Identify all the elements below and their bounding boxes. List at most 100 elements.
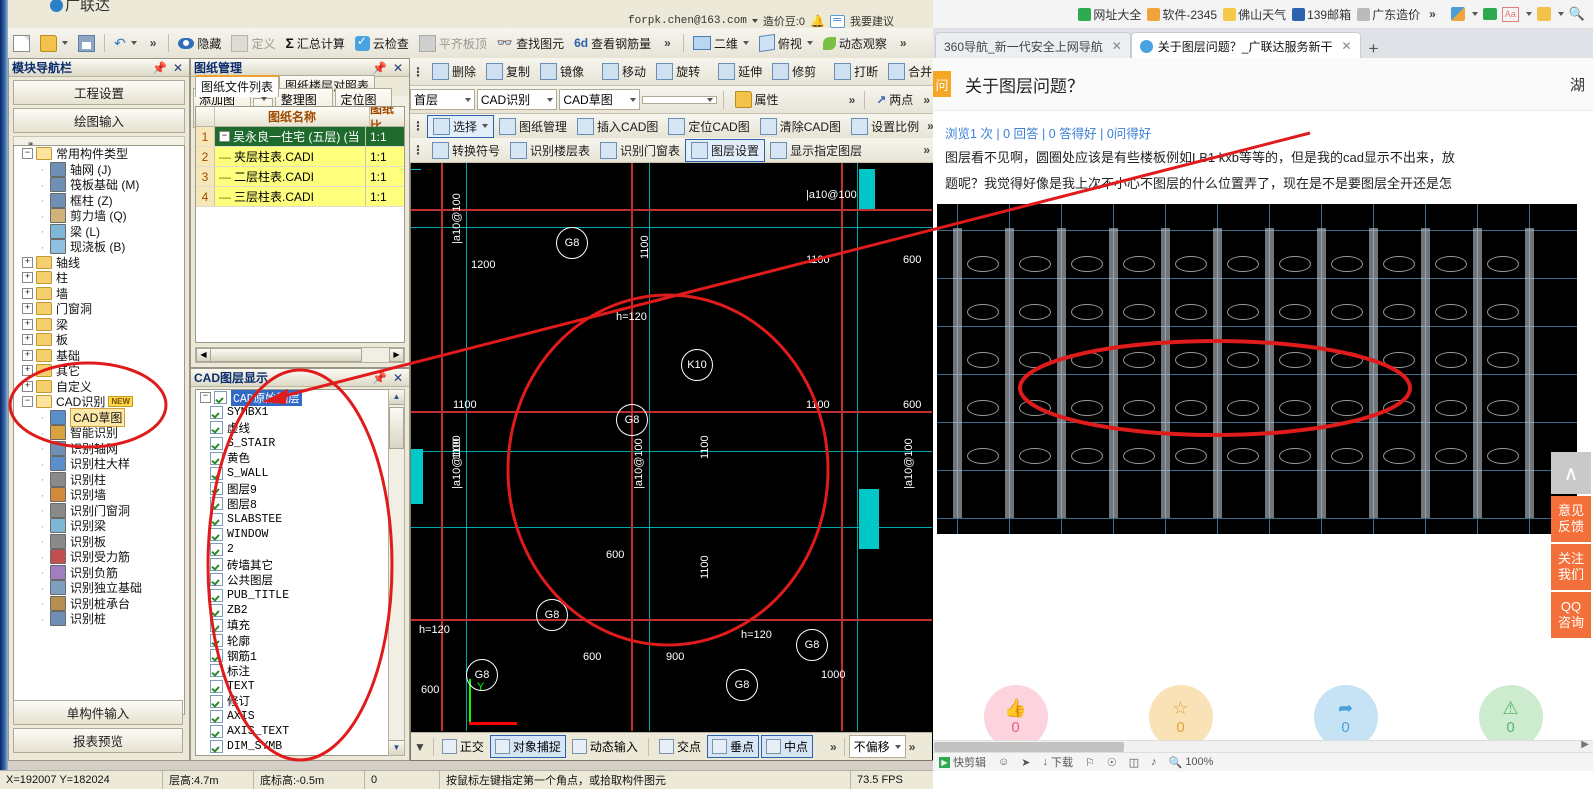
sidebar-item-project-settings[interactable]: 工程设置 (13, 80, 185, 105)
tree-item-14[interactable]: + 其它 (14, 363, 184, 379)
layer-checkbox[interactable] (210, 573, 223, 587)
chevron-down-icon[interactable] (742, 41, 749, 45)
tree-item-4[interactable]: · 剪力墙 (Q) (14, 208, 184, 224)
tree-item-18[interactable]: · 智能识别 (14, 425, 184, 441)
tree-item-6[interactable]: · 现浇板 (B) (14, 239, 184, 255)
midpoint-toggle[interactable]: 中点 (760, 735, 813, 758)
scroll-up-icon[interactable]: ▲ (389, 390, 404, 405)
tree-item-5[interactable]: · 梁 (L) (14, 223, 184, 240)
layer-row[interactable]: 修订 (196, 694, 392, 709)
chevron-down-icon[interactable] (806, 41, 813, 45)
hscroll-thumb[interactable] (210, 348, 362, 362)
drawing-file-table[interactable]: 图纸名称 图纸比 1− 吴永良一住宅 (五层) (当 1:1 2— 夹层柱表.CADI 1… (195, 106, 405, 343)
toolbar-overflow-2[interactable]: » (656, 34, 679, 52)
clear-cad-button[interactable]: 清除CAD图 (755, 116, 846, 137)
tree-item-15[interactable]: + 自定义 (14, 379, 184, 395)
close-icon[interactable]: ✕ (170, 61, 186, 75)
mirror-button[interactable]: 镜像 (535, 61, 589, 82)
pin-icon[interactable]: 📌 (369, 61, 390, 75)
sidebar-item-single-component-input[interactable]: 单构件输入 (13, 700, 183, 725)
properties-button[interactable]: 属性 (730, 89, 784, 110)
scroll-left-icon[interactable]: ◀ (196, 348, 211, 362)
tree-item-22[interactable]: · 识别墙 (14, 487, 184, 503)
layer-checkbox[interactable] (210, 679, 223, 693)
intersection-toggle[interactable]: 交点 (655, 736, 705, 757)
tree-item-9[interactable]: + 墙 (14, 286, 184, 302)
bookmark-2[interactable]: 佛山天气 (1223, 6, 1286, 23)
layer-checkbox[interactable] (210, 542, 223, 556)
scroll-down-icon[interactable]: ▼ (389, 740, 404, 755)
layer-row[interactable]: 砖墙其它 (196, 557, 392, 573)
chevron-down-icon[interactable] (482, 124, 489, 128)
layer-checkbox[interactable] (210, 436, 223, 450)
account-email[interactable]: forpk.chen@163.com (628, 15, 747, 27)
text-size-icon[interactable]: Aa (1501, 6, 1519, 22)
tree-item-12[interactable]: + 板 (14, 332, 184, 348)
book-icon[interactable] (1482, 8, 1497, 20)
apps-icon[interactable] (1450, 7, 1465, 21)
scroll-to-top-button[interactable]: ∧ (1551, 452, 1591, 494)
tree-item-0[interactable]: − 常用构件类型 (14, 146, 184, 162)
locate-cad-button[interactable]: 定位CAD图 (663, 116, 754, 137)
layer-checkbox[interactable] (210, 482, 223, 496)
selector-overflow-icon[interactable]: » (846, 93, 859, 107)
chevron-down-icon[interactable] (1525, 12, 1532, 16)
tree-item-2[interactable]: · 筏板基础 (M) (14, 177, 184, 193)
download-item[interactable]: ↓ 下载 (1042, 754, 1073, 770)
break-button[interactable]: 打断 (829, 61, 883, 82)
rocket-icon[interactable]: ➤ (1021, 756, 1030, 769)
bookmark-4[interactable]: 广东造价 (1357, 6, 1420, 23)
search-icon[interactable]: 🔍 (1569, 6, 1585, 22)
layer-row[interactable]: 钢筋1 (196, 648, 392, 664)
tree-item-3[interactable]: · 框柱 (Z) (14, 192, 184, 209)
status-dropdown-left[interactable]: ▼ (411, 740, 429, 754)
layer-row[interactable]: SYMBX1 (196, 405, 392, 420)
expand-icon[interactable]: + (22, 303, 33, 315)
layer-row[interactable]: 轮廓 (196, 633, 392, 649)
layer-row[interactable]: S_STAIR (196, 436, 392, 451)
collapse-icon[interactable]: − (22, 148, 33, 160)
layer-row[interactable]: SLABSTEE (196, 512, 392, 527)
bookmark-0[interactable]: 网址大全 (1078, 6, 1141, 23)
layer-checkbox[interactable] (210, 467, 223, 481)
offset-select[interactable]: 不偏移 (848, 735, 906, 758)
layer-row[interactable]: DIM_SYMB (196, 739, 392, 754)
rotate-button[interactable]: 旋转 (651, 61, 705, 82)
layer-row[interactable]: 虚线 (196, 420, 392, 436)
component-select[interactable]: CAD草图 (559, 89, 640, 110)
layer-checkbox[interactable] (210, 603, 223, 617)
table-row[interactable]: 2— 夹层柱表.CADI 1:1 (196, 147, 404, 167)
layer-checkbox[interactable] (210, 725, 223, 739)
expand-icon[interactable]: + (22, 365, 33, 377)
tree-item-24[interactable]: · 识别梁 (14, 518, 184, 534)
ortho-toggle[interactable]: 正交 (438, 736, 488, 757)
bookmark-1[interactable]: 软件-2345 (1147, 6, 1217, 23)
layer-checkbox[interactable] (210, 694, 223, 708)
layer-row[interactable]: 图层9 (196, 481, 392, 497)
recognize-door-window-table-button[interactable]: 识别门窗表 (595, 140, 685, 161)
shield-icon[interactable]: ☉ (1107, 756, 1117, 769)
new-tab-button[interactable]: + (1361, 39, 1387, 59)
show-specified-layer-button[interactable]: 显示指定图层 (765, 140, 867, 161)
cloud-check-button[interactable]: 云检查 (350, 33, 414, 54)
expand-icon[interactable]: + (22, 256, 33, 268)
layer-checkbox[interactable] (210, 512, 223, 526)
layer-row[interactable]: 图层8 (196, 496, 392, 512)
collapse-icon[interactable]: − (22, 396, 33, 408)
layer-row[interactable]: AXIS_TEXT (196, 724, 392, 739)
close-icon[interactable]: ✕ (390, 61, 406, 75)
tree-item-21[interactable]: · 识别柱 (14, 471, 184, 488)
browser-hscroll-thumb[interactable] (934, 742, 1124, 752)
tree-item-30[interactable]: · 识别桩 (14, 611, 184, 627)
layer-checkbox[interactable] (210, 618, 223, 632)
chevron-down-icon[interactable] (1471, 12, 1478, 16)
layer-row[interactable]: 填充 (196, 618, 392, 633)
close-icon[interactable]: ✕ (390, 371, 406, 385)
find-element-button[interactable]: 👓 查找图元 (492, 33, 569, 54)
collapse-icon[interactable]: − (219, 131, 230, 142)
question-meta[interactable]: 浏览1 次 | 0 回答 | 0 答得好 | 0问得好 (933, 111, 1593, 148)
sidebar-item-drawing-input[interactable]: 绘图输入 (13, 108, 185, 133)
set-scale-button[interactable]: 设置比例 (846, 116, 924, 137)
layer-checkbox[interactable] (210, 558, 223, 572)
status-overflow-icon-2[interactable]: » (906, 740, 919, 754)
